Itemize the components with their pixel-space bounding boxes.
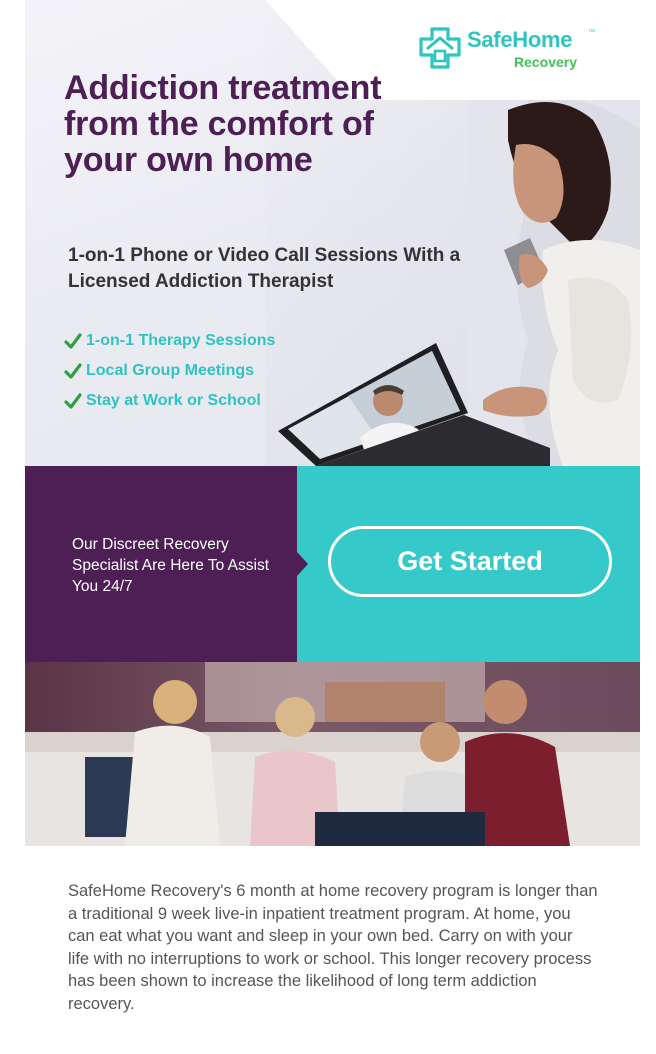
brand-logo[interactable]: SafeHome ™ Recovery: [415, 23, 605, 75]
hero-subheadline: 1-on-1 Phone or Video Call Sessions With…: [68, 245, 461, 292]
get-started-button[interactable]: Get Started: [328, 526, 612, 597]
feature-label: Local Group Meetings: [86, 362, 255, 379]
program-description: SafeHome Recovery's 6 month at home reco…: [68, 882, 598, 1013]
feature-label: Stay at Work or School: [86, 392, 261, 409]
feature-item: Stay at Work or School: [64, 386, 275, 416]
feature-item: Local Group Meetings: [64, 356, 275, 386]
brand-subtitle: Recovery: [514, 54, 578, 70]
cta-message: Our Discreet Recovery Specialist Are Her…: [72, 536, 269, 595]
brand-name: SafeHome: [467, 27, 573, 52]
feature-item: 1-on-1 Therapy Sessions: [64, 326, 275, 356]
family-on-couch-photo: [25, 662, 640, 846]
brand-trademark: ™: [588, 29, 595, 36]
feature-list: 1-on-1 Therapy Sessions Local Group Meet…: [64, 326, 275, 416]
checkmark-icon: [64, 393, 82, 409]
laptop-video-call-photo: [278, 343, 550, 466]
checkmark-icon: [64, 333, 82, 349]
checkmark-icon: [64, 363, 82, 379]
feature-label: 1-on-1 Therapy Sessions: [86, 332, 276, 349]
house-cross-logo-icon: [419, 27, 461, 69]
hero-headline: Addiction treatment from the comfort of …: [64, 69, 382, 179]
panel-pointer-arrow: [297, 552, 308, 576]
